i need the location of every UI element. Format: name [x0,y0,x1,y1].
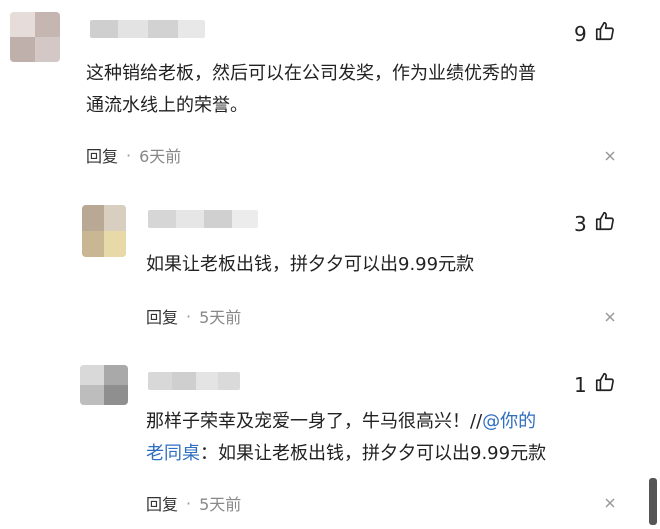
comment-text: 如果让老板出钱，拼夕夕可以出9.99元款 [146,254,475,275]
separator: · [186,306,192,326]
like-count: 9 [574,21,587,46]
separator: · [186,493,192,513]
close-icon[interactable] [603,309,617,323]
username-blurred[interactable] [90,20,205,38]
avatar[interactable] [10,12,60,62]
avatar[interactable] [80,365,128,405]
timestamp: 6天前 [139,147,182,166]
like-button[interactable]: 1 [574,371,616,398]
like-button[interactable]: 3 [574,210,616,237]
avatar[interactable] [82,205,126,257]
thumbs-up-icon [594,20,616,47]
username-blurred[interactable] [148,372,240,390]
comment-actions: 回复 · 5天前 [146,304,241,328]
separator: · [126,145,132,165]
comment-actions: 回复 · 5天前 [146,491,241,515]
timestamp: 5天前 [199,308,242,327]
thumbs-up-icon [594,210,616,237]
thumbs-up-icon [594,371,616,398]
reply-button[interactable]: 回复 [146,304,178,328]
timestamp: 5天前 [199,495,242,514]
scrollbar[interactable] [646,478,660,525]
close-icon[interactable] [603,148,617,162]
comment-text-quote: ：如果让老板出钱，拼夕夕可以出9.99元款 [200,443,547,464]
like-count: 1 [574,372,587,397]
comment-text: 那样子荣幸及宠爱一身了，牛马很高兴！//@你的 老同桌：如果让老板出钱，拼夕夕可… [146,406,630,470]
comment-text: 这种销给老板，然后可以在公司发奖，作为业绩优秀的普 通流水线上的荣誉。 [86,63,536,116]
like-count: 3 [574,211,587,236]
reply-button[interactable]: 回复 [86,143,118,167]
comment-actions: 回复 · 6天前 [86,143,181,167]
comment-text-main: 那样子荣幸及宠爱一身了，牛马很高兴！// [146,411,483,432]
like-button[interactable]: 9 [574,20,616,47]
close-icon[interactable] [603,495,617,509]
username-blurred[interactable] [148,210,258,228]
reply-button[interactable]: 回复 [146,491,178,515]
